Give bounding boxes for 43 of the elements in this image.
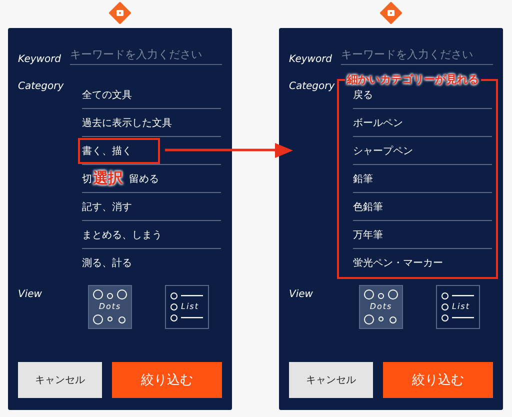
category-item[interactable]: 記す、消す — [82, 198, 132, 216]
tag-icon — [109, 2, 131, 24]
dots-view-button[interactable]: Dots — [88, 285, 132, 329]
category-item[interactable]: 書く、描く — [78, 138, 160, 164]
line-icon — [181, 317, 203, 319]
circles-icon — [364, 314, 398, 325]
category-item[interactable]: 切 — [82, 170, 92, 188]
view-label: View — [289, 288, 314, 300]
keyword-field[interactable]: キーワードを入力ください — [70, 48, 222, 65]
annotation-label: 細かいカテゴリーが見れる — [345, 72, 481, 87]
category-item[interactable]: まとめる、しまう — [82, 226, 162, 244]
category-item[interactable]: 測る、計る — [82, 254, 132, 272]
list-view-button[interactable]: List — [436, 285, 480, 329]
circles-icon — [93, 289, 127, 300]
category-item[interactable]: ボールペン — [353, 114, 403, 132]
category-item[interactable]: 鉛筆 — [353, 170, 373, 188]
annotation-label: 選択 — [93, 169, 123, 188]
list-view-button[interactable]: List — [165, 285, 209, 329]
circles-icon — [170, 292, 178, 322]
line-icon — [452, 317, 474, 319]
line-icon — [181, 295, 203, 297]
tag-icon — [380, 2, 402, 24]
cancel-button[interactable]: キャンセル — [289, 362, 373, 398]
category-item[interactable]: 過去に表示した文具 — [82, 114, 172, 132]
category-item[interactable]: 蛍光ペン・マーカー — [353, 254, 443, 272]
category-item[interactable]: 戻る — [353, 86, 373, 104]
view-label: View — [18, 288, 43, 300]
category-item[interactable]: 色鉛筆 — [353, 198, 383, 216]
category-label: Category — [289, 80, 336, 94]
line-icon — [452, 295, 474, 297]
category-item[interactable]: 万年筆 — [353, 226, 383, 244]
category-item-text: 留める — [129, 172, 159, 186]
keyword-field[interactable]: キーワードを入力ください — [341, 48, 493, 65]
category-item[interactable]: 全ての文具 — [82, 86, 132, 104]
circles-icon — [441, 292, 449, 322]
dots-view-button[interactable]: Dots — [359, 285, 403, 329]
circles-icon — [364, 289, 398, 300]
category-label: Category — [18, 80, 65, 94]
keyword-label: Keyword — [18, 54, 62, 65]
cancel-button[interactable]: キャンセル — [18, 362, 102, 398]
keyword-label: Keyword — [289, 54, 334, 65]
circles-icon — [93, 314, 127, 325]
category-item[interactable]: シャープペン — [353, 142, 413, 160]
